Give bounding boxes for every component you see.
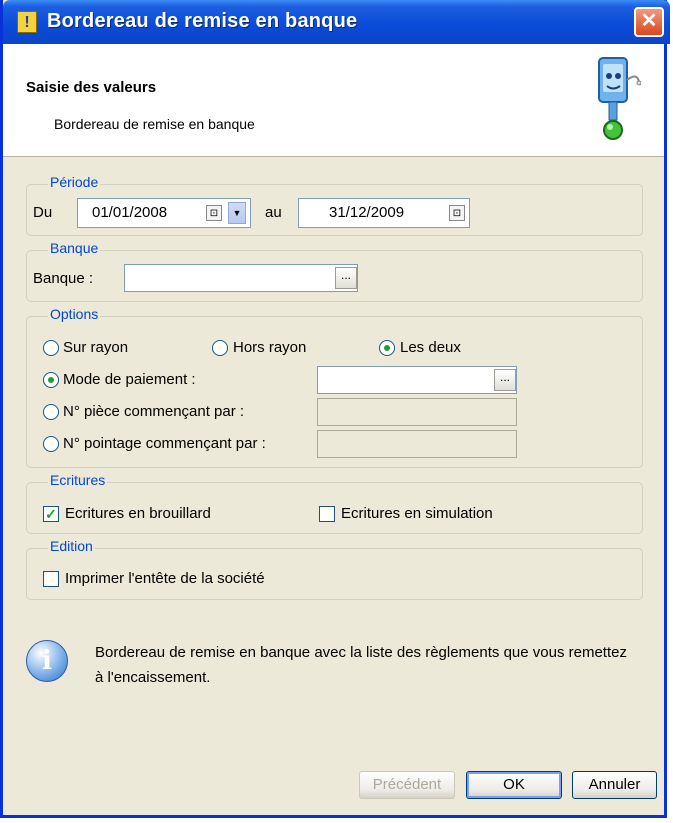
mode-paiement-radio[interactable]: [43, 372, 59, 388]
mode-paiement-browse-button[interactable]: ...: [494, 369, 516, 391]
simulation-checkbox[interactable]: [319, 506, 335, 522]
periode-legend: Période: [48, 174, 101, 190]
calendar-icon[interactable]: ⊡: [206, 205, 222, 221]
assistant-mascot-icon: [598, 57, 641, 140]
pointage-field: [317, 430, 517, 458]
ecritures-legend: Ecritures: [48, 472, 108, 488]
sur-rayon-radio[interactable]: [43, 340, 59, 356]
hors-rayon-radio[interactable]: [212, 340, 228, 356]
simulation-label[interactable]: Ecritures en simulation: [341, 505, 493, 522]
entete-label[interactable]: Imprimer l'entête de la société: [65, 570, 265, 587]
banque-label: Banque :: [33, 270, 94, 287]
pointage-radio[interactable]: [43, 436, 59, 452]
calendar-icon[interactable]: ⊡: [449, 205, 465, 221]
hors-rayon-label[interactable]: Hors rayon: [233, 339, 306, 356]
mode-paiement-field[interactable]: ...: [317, 366, 517, 394]
entete-checkbox[interactable]: [43, 571, 59, 587]
sur-rayon-label[interactable]: Sur rayon: [63, 339, 128, 356]
annuler-button[interactable]: Annuler: [572, 771, 657, 799]
brouillard-checkbox[interactable]: ✓: [43, 506, 59, 522]
piece-field: [317, 398, 517, 426]
info-text: Bordereau de remise en banque avec la li…: [95, 644, 627, 686]
close-icon: ✕: [640, 10, 658, 32]
edition-legend: Edition: [48, 538, 95, 554]
piece-label[interactable]: N° pièce commençant par :: [63, 403, 244, 420]
banque-legend: Banque: [48, 240, 101, 256]
du-date-value: 01/01/2008: [92, 204, 168, 221]
header-title: Saisie des valeurs: [26, 79, 157, 96]
window-title: Bordereau de remise en banque: [47, 10, 358, 32]
brouillard-label[interactable]: Ecritures en brouillard: [65, 505, 211, 522]
precedent-button[interactable]: Précédent: [359, 771, 455, 799]
piece-radio[interactable]: [43, 404, 59, 420]
mode-paiement-label[interactable]: Mode de paiement :: [63, 371, 196, 388]
header-subtitle: Bordereau de remise en banque: [54, 116, 255, 132]
title-bar[interactable]: ! Bordereau de remise en banque ✕: [3, 0, 670, 44]
dialog-window: ! Bordereau de remise en banque ✕ Saisie…: [0, 0, 670, 818]
ok-button[interactable]: OK: [466, 771, 562, 799]
les-deux-label[interactable]: Les deux: [400, 339, 461, 356]
au-label: au: [265, 204, 282, 221]
banque-field[interactable]: ...: [124, 264, 358, 292]
au-date-field[interactable]: 31/12/2009 ⊡: [298, 198, 470, 228]
close-button[interactable]: ✕: [634, 7, 664, 37]
du-date-field[interactable]: 01/01/2008 ⊡ ▼: [77, 198, 251, 228]
les-deux-radio[interactable]: [379, 340, 395, 356]
au-date-value: 31/12/2009: [329, 204, 405, 221]
pointage-label[interactable]: N° pointage commençant par :: [63, 435, 266, 452]
banque-browse-button[interactable]: ...: [335, 267, 357, 289]
app-icon: !: [17, 11, 37, 33]
info-icon: i: [26, 640, 68, 682]
du-label: Du: [33, 204, 53, 221]
options-legend: Options: [48, 306, 101, 322]
du-dropdown-button[interactable]: ▼: [228, 202, 246, 224]
dialog-header: Saisie des valeurs Bordereau de remise e…: [3, 44, 664, 157]
